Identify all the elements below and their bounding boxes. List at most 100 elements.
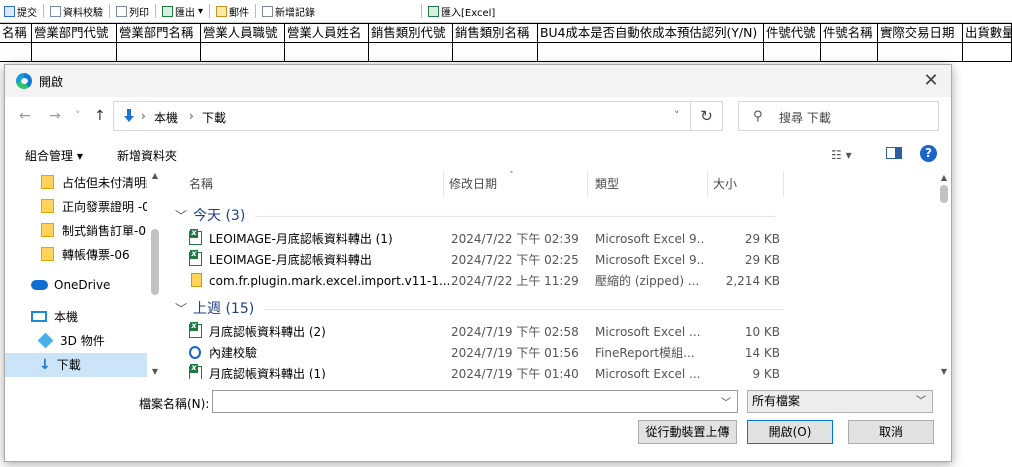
nav-pane-scrollbar[interactable]: ▲ ▼ <box>148 171 162 379</box>
grid-cell[interactable] <box>538 43 764 61</box>
search-box[interactable]: ⚲ 搜尋 下載 <box>738 101 939 131</box>
grid-column-header[interactable]: 名稱 <box>0 24 32 42</box>
validate-button[interactable]: 資料校驗 <box>46 0 107 22</box>
add-record-button[interactable]: 新增記錄 <box>258 0 319 22</box>
group-header-today[interactable]: ﹀ 今天 (3) <box>175 205 776 225</box>
file-row[interactable]: 內建校驗 2024/7/19 下午 01:56 FineReport模組... … <box>183 343 931 364</box>
grid-column-header[interactable]: 出貨數量 <box>963 24 1012 42</box>
nav-item-onedrive[interactable]: OneDrive <box>5 273 147 297</box>
grid-column-header[interactable]: 營業人員姓名 <box>285 24 369 42</box>
address-bar[interactable]: › 本機 › 下載 ˅ <box>113 101 691 131</box>
close-button[interactable]: ✕ <box>919 69 943 93</box>
print-button[interactable]: 列印 <box>112 0 153 22</box>
grid-cell[interactable] <box>32 43 117 61</box>
column-divider[interactable] <box>587 171 588 197</box>
nav-item-downloads[interactable]: ↓ 下載 <box>5 353 147 377</box>
filename-input[interactable]: ﹀ <box>212 390 738 413</box>
mail-button[interactable]: 郵件 <box>212 0 253 22</box>
breadcrumb-downloads[interactable]: 下載 <box>202 109 226 126</box>
column-divider[interactable] <box>707 171 708 197</box>
file-row[interactable]: LEOIMAGE-月底認帳資料轉出 2024/7/22 下午 02:25 Mic… <box>183 250 931 271</box>
export-button[interactable]: 匯出 ▾ <box>158 0 207 22</box>
file-type: Microsoft Excel 9... <box>595 253 703 267</box>
file-type-value: 所有檔案 <box>752 394 801 408</box>
grid-cell[interactable] <box>201 43 285 61</box>
scroll-up-arrow-icon[interactable]: ▲ <box>937 173 951 182</box>
grid-column-header[interactable]: 營業人員職號 <box>201 24 285 42</box>
preview-pane-icon[interactable] <box>886 147 902 159</box>
download-arrow-icon: ↓ <box>39 357 51 373</box>
upload-from-mobile-button[interactable]: 從行動裝置上傳 <box>638 420 737 444</box>
file-row[interactable]: LEOIMAGE-月底認帳資料轉出 (1) 2024/7/22 下午 02:39… <box>183 229 931 250</box>
grid-cell[interactable] <box>764 43 821 61</box>
nav-item-folder[interactable]: 占估但未付清明細 <box>5 171 147 195</box>
grid-cell[interactable] <box>0 43 32 61</box>
grid-column-header[interactable]: BU4成本是否自動依成本預估認列(Y/N) <box>538 24 764 42</box>
help-icon[interactable]: ? <box>920 145 937 162</box>
file-size: 9 KB <box>752 367 780 379</box>
grid-column-header[interactable]: 銷售類別名稱 <box>453 24 538 42</box>
app-toolbar: 提交 資料校驗 列印 匯出 ▾ 郵件 新增記錄 匯入[Excel] <box>0 0 1012 23</box>
toolbar-divider <box>109 4 110 18</box>
back-arrow-icon[interactable]: ← <box>19 108 31 124</box>
column-divider[interactable] <box>783 171 784 197</box>
column-header-type[interactable]: 類型 <box>595 171 619 197</box>
breadcrumb-this-pc[interactable]: 本機 <box>154 109 178 126</box>
new-folder-button[interactable]: 新增資料夾 <box>117 147 177 164</box>
cancel-button[interactable]: 取消 <box>848 420 934 444</box>
grid-cell[interactable] <box>453 43 538 61</box>
chevron-down-icon: ▾ <box>198 5 204 17</box>
sort-chevron-icon: ˅ <box>509 171 514 181</box>
recent-locations-chevron-icon[interactable]: ˅ <box>75 108 81 124</box>
column-header-size[interactable]: 大小 <box>713 171 737 197</box>
grid-column-header[interactable]: 件號名稱 <box>821 24 878 42</box>
address-dropdown-chevron-icon[interactable]: ˅ <box>674 109 680 122</box>
column-divider[interactable] <box>443 171 444 197</box>
grid-cell[interactable] <box>878 43 963 61</box>
grid-column-header[interactable]: 營業部門代號 <box>32 24 117 42</box>
open-button[interactable]: 開啟(O) <box>747 420 833 444</box>
group-divider-line <box>255 215 776 217</box>
column-header-date[interactable]: 修改日期 <box>449 171 497 197</box>
scroll-up-arrow-icon[interactable]: ▲ <box>148 171 162 180</box>
nav-item-folder[interactable]: 制式銷售訂單-0 <box>5 219 147 243</box>
group-header-last-week[interactable]: ﹀ 上週 (15) <box>175 298 785 318</box>
grid-column-header[interactable]: 營業部門名稱 <box>117 24 201 42</box>
nav-item-this-pc[interactable]: 本機 <box>5 305 147 329</box>
chevron-down-icon[interactable]: ﹀ <box>721 394 731 409</box>
forward-arrow-icon[interactable]: → <box>49 108 61 124</box>
grid-cell[interactable] <box>285 43 369 61</box>
grid-cell[interactable] <box>369 43 453 61</box>
refresh-button[interactable]: ↻ <box>691 101 723 131</box>
grid-column-header[interactable]: 實際交易日期 <box>878 24 963 42</box>
grid-cell[interactable] <box>821 43 878 61</box>
organize-menu-button[interactable]: 組合管理 ▾ <box>25 147 83 164</box>
nav-item-folder[interactable]: 正向發票證明 -0 <box>5 195 147 219</box>
scroll-down-arrow-icon[interactable]: ▼ <box>937 367 951 376</box>
submit-button[interactable]: 提交 <box>0 0 41 22</box>
scroll-down-arrow-icon[interactable]: ▼ <box>148 367 162 376</box>
grid-column-header[interactable]: 件號代號 <box>764 24 821 42</box>
import-excel-button[interactable]: 匯入[Excel] <box>424 0 499 22</box>
nav-pane-scrollbar-thumb[interactable] <box>151 229 159 295</box>
grid-cell[interactable] <box>117 43 201 61</box>
view-options-icon[interactable]: ☷ ▾ <box>831 148 852 162</box>
folder-icon <box>41 223 54 237</box>
file-row[interactable]: 月底認帳資料轉出 (2) 2024/7/19 下午 02:58 Microsof… <box>183 322 931 343</box>
grid-row <box>0 43 1012 62</box>
dialog-titlebar[interactable]: 開啟 ✕ <box>5 65 951 97</box>
file-type: Microsoft Excel ... <box>595 367 701 379</box>
computer-icon <box>31 311 47 322</box>
grid-column-header[interactable]: 銷售類別代號 <box>369 24 453 42</box>
up-arrow-icon[interactable]: ↑ <box>94 108 106 124</box>
file-type-select[interactable]: 所有檔案 ﹀ <box>747 390 933 413</box>
file-list-scrollbar-thumb[interactable] <box>940 185 948 203</box>
file-row[interactable]: 月底認帳資料轉出 (1) 2024/7/19 下午 01:40 Microsof… <box>183 364 931 379</box>
grid-cell[interactable] <box>963 43 1012 61</box>
file-row[interactable]: com.fr.plugin.mark.excel.import.v11-1...… <box>183 271 931 292</box>
column-header-name[interactable]: 名稱 <box>189 171 213 197</box>
file-date: 2024/7/22 下午 02:25 <box>451 253 579 267</box>
nav-item-3d-objects[interactable]: 3D 物件 <box>5 329 147 353</box>
nav-item-folder[interactable]: 轉帳傳票-06 <box>5 243 147 267</box>
file-list-scrollbar[interactable]: ▲ ▼ <box>937 171 951 379</box>
